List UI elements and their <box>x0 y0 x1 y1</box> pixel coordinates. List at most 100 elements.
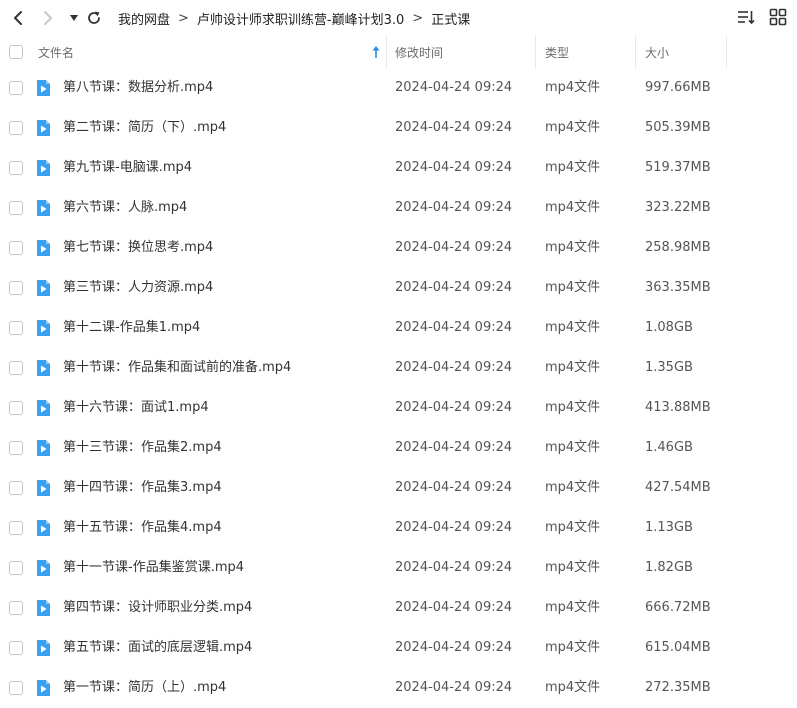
breadcrumb: 我的网盘 > 卢帅设计师求职训练营-巅峰计划3.0 > 正式课 <box>118 0 470 36</box>
file-row[interactable]: 第十节课：作品集和面试前的准备.mp4 2024-04-24 09:24 mp4… <box>0 348 797 388</box>
file-type: mp4文件 <box>545 640 601 655</box>
file-name[interactable]: 第九节课-电脑课.mp4 <box>63 148 192 188</box>
row-checkbox[interactable] <box>9 401 23 415</box>
row-checkbox[interactable] <box>9 521 23 535</box>
file-row[interactable]: 第二节课：简历（下）.mp4 2024-04-24 09:24 mp4文件 50… <box>0 108 797 148</box>
column-divider[interactable] <box>726 36 727 68</box>
sort-list-icon[interactable] <box>737 8 755 26</box>
row-checkbox[interactable] <box>9 121 23 135</box>
grid-view-icon[interactable] <box>769 8 787 26</box>
column-divider[interactable] <box>535 36 536 68</box>
back-button[interactable] <box>6 6 30 30</box>
row-checkbox[interactable] <box>9 441 23 455</box>
video-file-icon <box>37 560 50 576</box>
file-type: mp4文件 <box>545 520 601 535</box>
file-size: 427.54MB <box>645 480 711 495</box>
file-name[interactable]: 第四节课：设计师职业分类.mp4 <box>63 588 252 628</box>
file-modified-time: 2024-04-24 09:24 <box>395 280 513 295</box>
breadcrumb-separator: > <box>178 10 189 26</box>
file-type: mp4文件 <box>545 360 601 375</box>
file-name[interactable]: 第八节课：数据分析.mp4 <box>63 68 213 108</box>
file-name[interactable]: 第十六节课：面试1.mp4 <box>63 388 209 428</box>
file-size: 272.35MB <box>645 680 711 695</box>
file-name[interactable]: 第十节课：作品集和面试前的准备.mp4 <box>63 348 291 388</box>
column-header-name[interactable]: 文件名 <box>38 36 74 68</box>
video-file-icon <box>37 80 50 96</box>
column-divider[interactable] <box>386 36 387 68</box>
column-header-size[interactable]: 大小 <box>645 36 669 68</box>
video-file-icon <box>37 600 50 616</box>
breadcrumb-item-my-drive[interactable]: 我的网盘 <box>118 9 170 28</box>
file-type: mp4文件 <box>545 320 601 335</box>
refresh-icon <box>88 11 100 24</box>
row-checkbox[interactable] <box>9 201 23 215</box>
file-row[interactable]: 第六节课：人脉.mp4 2024-04-24 09:24 mp4文件 323.2… <box>0 188 797 228</box>
file-size: 1.35GB <box>645 360 693 375</box>
row-checkbox[interactable] <box>9 681 23 695</box>
view-controls <box>737 8 787 26</box>
video-file-icon <box>37 120 50 136</box>
file-modified-time: 2024-04-24 09:24 <box>395 320 513 335</box>
file-row[interactable]: 第十一节课-作品集鉴赏课.mp4 2024-04-24 09:24 mp4文件 … <box>0 548 797 588</box>
file-row[interactable]: 第五节课：面试的底层逻辑.mp4 2024-04-24 09:24 mp4文件 … <box>0 628 797 668</box>
video-file-icon <box>37 520 50 536</box>
row-checkbox[interactable] <box>9 161 23 175</box>
row-checkbox[interactable] <box>9 81 23 95</box>
select-all-checkbox[interactable] <box>9 45 23 59</box>
file-row[interactable]: 第十六节课：面试1.mp4 2024-04-24 09:24 mp4文件 413… <box>0 388 797 428</box>
file-row[interactable]: 第一节课：简历（上）.mp4 2024-04-24 09:24 mp4文件 27… <box>0 668 797 708</box>
file-name[interactable]: 第一节课：简历（上）.mp4 <box>63 668 226 708</box>
row-checkbox[interactable] <box>9 361 23 375</box>
file-name[interactable]: 第七节课：换位思考.mp4 <box>63 228 213 268</box>
file-row[interactable]: 第三节课：人力资源.mp4 2024-04-24 09:24 mp4文件 363… <box>0 268 797 308</box>
file-row[interactable]: 第八节课：数据分析.mp4 2024-04-24 09:24 mp4文件 997… <box>0 68 797 108</box>
file-name[interactable]: 第六节课：人脉.mp4 <box>63 188 187 228</box>
video-file-icon <box>37 360 50 376</box>
file-modified-time: 2024-04-24 09:24 <box>395 640 513 655</box>
file-name[interactable]: 第五节课：面试的底层逻辑.mp4 <box>63 628 252 668</box>
file-name[interactable]: 第十二课-作品集1.mp4 <box>63 308 200 348</box>
row-checkbox[interactable] <box>9 321 23 335</box>
video-file-icon <box>37 400 50 416</box>
row-checkbox[interactable] <box>9 241 23 255</box>
sort-up-arrow-icon[interactable] <box>371 45 381 59</box>
video-file-icon <box>37 480 50 496</box>
row-checkbox[interactable] <box>9 481 23 495</box>
refresh-button[interactable] <box>82 6 106 30</box>
column-header-modified[interactable]: 修改时间 <box>395 36 443 68</box>
file-name[interactable]: 第十一节课-作品集鉴赏课.mp4 <box>63 548 244 588</box>
breadcrumb-item-current-folder[interactable]: 正式课 <box>431 9 470 28</box>
breadcrumb-item-course-folder[interactable]: 卢帅设计师求职训练营-巅峰计划3.0 <box>197 9 404 28</box>
column-divider[interactable] <box>635 36 636 68</box>
file-name[interactable]: 第十四节课：作品集3.mp4 <box>63 468 222 508</box>
file-modified-time: 2024-04-24 09:24 <box>395 480 513 495</box>
row-checkbox[interactable] <box>9 641 23 655</box>
row-checkbox[interactable] <box>9 281 23 295</box>
row-checkbox[interactable] <box>9 601 23 615</box>
row-checkbox[interactable] <box>9 561 23 575</box>
file-size: 323.22MB <box>645 200 711 215</box>
file-type: mp4文件 <box>545 80 601 95</box>
forward-button[interactable] <box>36 6 60 30</box>
video-file-icon <box>37 160 50 176</box>
file-row[interactable]: 第四节课：设计师职业分类.mp4 2024-04-24 09:24 mp4文件 … <box>0 588 797 628</box>
file-row[interactable]: 第十三节课：作品集2.mp4 2024-04-24 09:24 mp4文件 1.… <box>0 428 797 468</box>
video-file-icon <box>37 240 50 256</box>
file-row[interactable]: 第十五节课：作品集4.mp4 2024-04-24 09:24 mp4文件 1.… <box>0 508 797 548</box>
column-header-type[interactable]: 类型 <box>545 36 569 68</box>
file-modified-time: 2024-04-24 09:24 <box>395 80 513 95</box>
file-row[interactable]: 第十二课-作品集1.mp4 2024-04-24 09:24 mp4文件 1.0… <box>0 308 797 348</box>
file-size: 505.39MB <box>645 120 711 135</box>
file-type: mp4文件 <box>545 280 601 295</box>
file-row[interactable]: 第七节课：换位思考.mp4 2024-04-24 09:24 mp4文件 258… <box>0 228 797 268</box>
file-row[interactable]: 第十四节课：作品集3.mp4 2024-04-24 09:24 mp4文件 42… <box>0 468 797 508</box>
file-name[interactable]: 第十三节课：作品集2.mp4 <box>63 428 222 468</box>
file-modified-time: 2024-04-24 09:24 <box>395 680 513 695</box>
file-modified-time: 2024-04-24 09:24 <box>395 440 513 455</box>
file-row[interactable]: 第九节课-电脑课.mp4 2024-04-24 09:24 mp4文件 519.… <box>0 148 797 188</box>
file-name[interactable]: 第十五节课：作品集4.mp4 <box>63 508 222 548</box>
video-file-icon <box>37 640 50 656</box>
file-name[interactable]: 第三节课：人力资源.mp4 <box>63 268 213 308</box>
file-type: mp4文件 <box>545 400 601 415</box>
file-name[interactable]: 第二节课：简历（下）.mp4 <box>63 108 226 148</box>
